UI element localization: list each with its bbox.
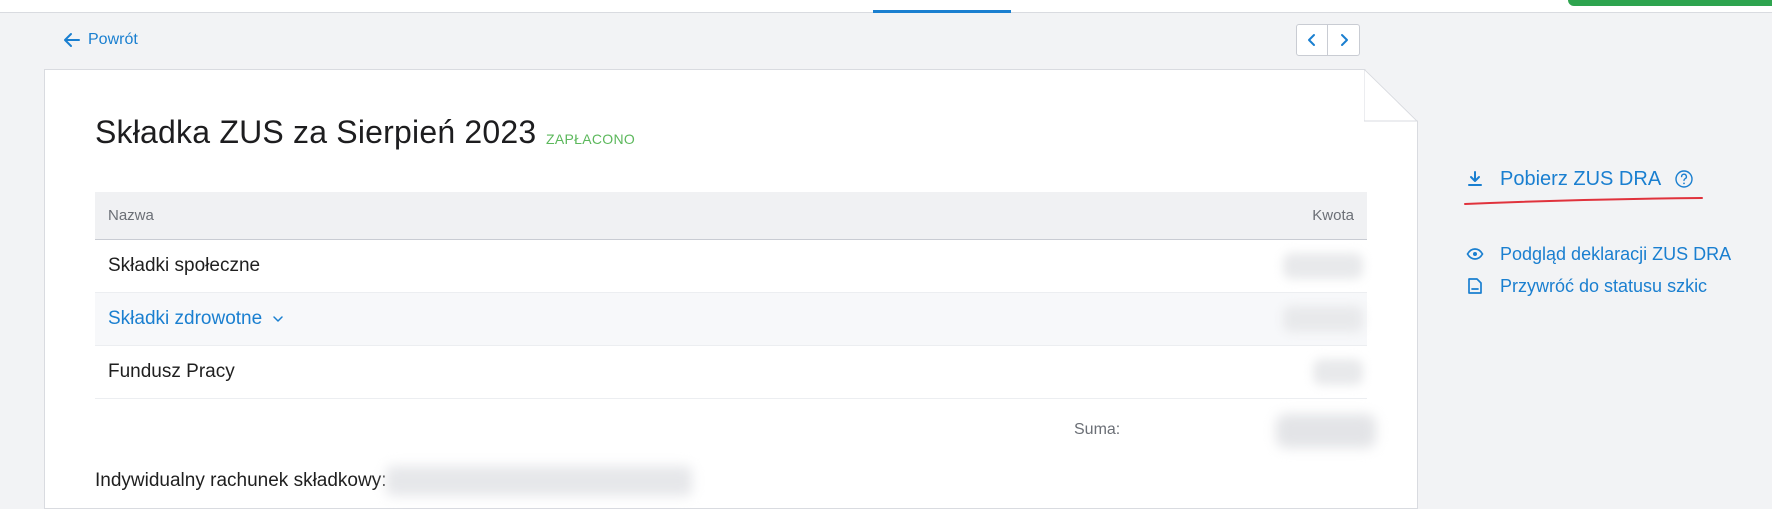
previous-button[interactable] — [1296, 24, 1328, 56]
red-underline-annotation — [1464, 197, 1703, 205]
row-name: Składki społeczne — [108, 255, 261, 276]
restore-draft-link[interactable]: Przywróć do statusu szkic — [1466, 274, 1731, 298]
top-navigation-bar — [0, 0, 1772, 13]
restore-label: Przywróć do statusu szkic — [1500, 275, 1708, 296]
table-row: Fundusz Pracy — [95, 346, 1367, 399]
chevron-down-icon — [273, 316, 283, 322]
table-row: Składki społeczne — [95, 240, 1367, 293]
contributions-table: Nazwa Kwota Składki społeczne Składki zd… — [95, 192, 1367, 399]
back-label: Powrót — [88, 31, 138, 48]
document-icon — [1466, 277, 1484, 295]
chevron-right-icon — [1340, 34, 1348, 46]
expand-health-contributions[interactable]: Składki zdrowotne — [108, 308, 284, 330]
help-circle-icon[interactable] — [1674, 169, 1694, 189]
eye-icon — [1466, 245, 1484, 263]
active-tab-indicator — [873, 10, 1011, 13]
download-icon — [1466, 170, 1484, 188]
record-pager — [1296, 24, 1360, 56]
sum-amount-redacted — [1276, 414, 1376, 448]
next-button[interactable] — [1328, 24, 1360, 56]
preview-label: Podgląd deklaracji ZUS DRA — [1500, 243, 1732, 264]
download-label: Pobierz ZUS DRA — [1500, 167, 1662, 190]
back-link[interactable]: Powrót — [62, 28, 138, 52]
column-header-amount: Kwota — [1312, 207, 1354, 224]
amount-redacted — [1283, 306, 1363, 332]
amount-redacted — [1283, 253, 1363, 279]
row-name: Składki zdrowotne — [108, 308, 263, 329]
column-header-name: Nazwa — [108, 207, 154, 224]
download-zus-dra-link[interactable]: Pobierz ZUS DRA — [1466, 166, 1731, 192]
chevron-left-icon — [1308, 34, 1315, 46]
page-title: Składka ZUS za Sierpień 2023 — [95, 114, 537, 150]
table-row: Składki zdrowotne — [95, 293, 1367, 346]
page-corner-fold — [1364, 69, 1418, 122]
preview-declaration-link[interactable]: Podgląd deklaracji ZUS DRA — [1466, 242, 1731, 266]
actions-spacer — [1466, 266, 1731, 274]
arrow-left-icon — [64, 33, 80, 47]
side-actions-panel: Pobierz ZUS DRA Podgląd deklaracji ZUS D… — [1466, 166, 1731, 298]
table-header: Nazwa Kwota — [95, 192, 1367, 240]
row-name: Fundusz Pracy — [108, 361, 235, 382]
sum-label: Suma: — [1074, 421, 1121, 438]
status-badge: ZAPŁACONO — [546, 131, 636, 147]
account-number-redacted — [386, 466, 692, 496]
amount-redacted — [1313, 359, 1363, 385]
primary-action-button[interactable] — [1568, 0, 1772, 6]
